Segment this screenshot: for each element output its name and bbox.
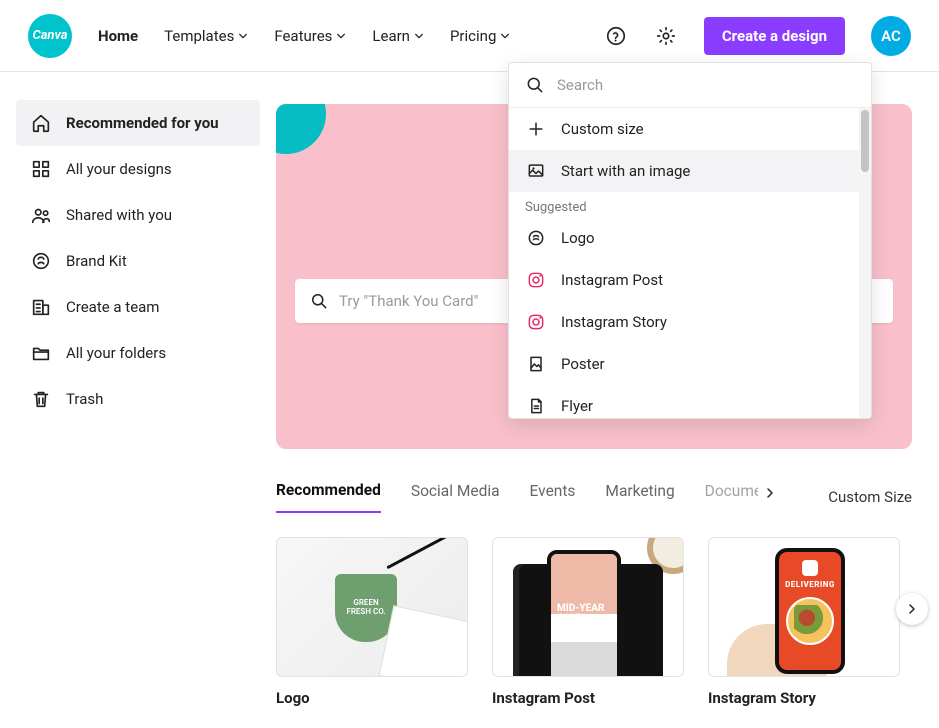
sidebar-item-label: All your folders — [66, 344, 166, 362]
dropdown-item-label: Custom size — [561, 120, 644, 138]
card-sale: MID-YEAR SALE — [557, 604, 617, 624]
home-icon — [30, 112, 52, 134]
dropdown-custom-size[interactable]: Custom size — [509, 108, 871, 150]
cards-scroll-right[interactable] — [896, 593, 928, 625]
folder-icon — [30, 342, 52, 364]
card-label: Logo — [276, 689, 468, 707]
tab-events[interactable]: Events — [530, 482, 576, 512]
flyer-icon — [525, 395, 547, 417]
chevron-down-icon — [336, 31, 346, 41]
nav-home[interactable]: Home — [98, 27, 138, 45]
brand-icon — [30, 250, 52, 272]
sidebar-item-trash[interactable]: Trash — [16, 376, 260, 422]
create-design-button[interactable]: Create a design — [704, 17, 845, 55]
sidebar-item-label: Trash — [66, 390, 103, 408]
dropdown-item-label: Logo — [561, 229, 595, 247]
dropdown-suggested-flyer[interactable]: Flyer — [509, 385, 871, 418]
settings-button[interactable] — [654, 24, 678, 48]
poster-icon — [525, 353, 547, 375]
card-logo[interactable]: GREEN FRESH CO. Logo — [276, 537, 468, 707]
chevron-right-icon — [906, 603, 918, 615]
sidebar-item-label: Recommended for you — [66, 114, 219, 132]
office-icon — [30, 296, 52, 318]
card-thumb: GREEN FRESH CO. — [276, 537, 468, 677]
tab-recommended[interactable]: Recommended — [276, 481, 381, 513]
dropdown-item-label: Flyer — [561, 397, 593, 415]
dropdown-item-label: Instagram Post — [561, 271, 663, 289]
nav-pricing-label: Pricing — [450, 27, 496, 45]
help-icon — [605, 25, 627, 47]
sidebar-item-all-designs[interactable]: All your designs — [16, 146, 260, 192]
people-icon — [30, 204, 52, 226]
search-icon — [525, 75, 545, 95]
sidebar-item-recommended[interactable]: Recommended for you — [16, 100, 260, 146]
sidebar-item-label: Shared with you — [66, 206, 172, 224]
canva-logo[interactable]: Canva — [28, 14, 72, 58]
card-thumb: DELIVERING — [708, 537, 900, 677]
dropdown-item-label: Instagram Story — [561, 313, 667, 331]
sidebar-item-shared[interactable]: Shared with you — [16, 192, 260, 238]
tab-marketing[interactable]: Marketing — [605, 482, 674, 512]
dropdown-scrollbar[interactable] — [859, 108, 871, 418]
tab-social-media[interactable]: Social Media — [411, 482, 500, 512]
create-design-dropdown: Custom size Start with an image Suggeste… — [508, 62, 872, 419]
nav-features-label: Features — [274, 27, 332, 45]
dropdown-search-input[interactable] — [557, 76, 855, 94]
nav-templates-label: Templates — [164, 27, 234, 45]
nav-learn[interactable]: Learn — [372, 27, 424, 45]
dropdown-start-image[interactable]: Start with an image — [509, 150, 871, 192]
nav-pricing[interactable]: Pricing — [450, 27, 510, 45]
dropdown-item-label: Poster — [561, 355, 605, 373]
help-button[interactable] — [604, 24, 628, 48]
dropdown-section-label: Suggested — [509, 192, 871, 217]
trash-icon — [30, 388, 52, 410]
image-icon — [525, 160, 547, 182]
dropdown-suggested-instagram-post[interactable]: Instagram Post — [509, 259, 871, 301]
category-tabs: Recommended Social Media Events Marketin… — [276, 481, 912, 513]
card-label: Instagram Story — [708, 689, 900, 707]
nav-features[interactable]: Features — [274, 27, 346, 45]
card-thumb: MID-YEAR SALE — [492, 537, 684, 677]
instagram-icon — [525, 311, 547, 333]
sidebar-item-brand-kit[interactable]: Brand Kit — [16, 238, 260, 284]
chevron-right-icon — [764, 487, 776, 499]
dropdown-suggested-poster[interactable]: Poster — [509, 343, 871, 385]
search-icon — [309, 291, 329, 311]
sidebar-item-folders[interactable]: All your folders — [16, 330, 260, 376]
tab-custom-size[interactable]: Custom Size — [828, 488, 912, 506]
card-badge: GREEN FRESH CO. — [335, 574, 397, 642]
card-label: Instagram Post — [492, 689, 684, 707]
chevron-down-icon — [238, 31, 248, 41]
dropdown-body: Custom size Start with an image Suggeste… — [509, 108, 871, 418]
tabs-scroll-right[interactable] — [758, 481, 782, 505]
sidebar-item-label: All your designs — [66, 160, 172, 178]
chevron-down-icon — [500, 31, 510, 41]
dropdown-item-label: Start with an image — [561, 162, 690, 180]
card-instagram-story[interactable]: DELIVERING Instagram Story — [708, 537, 900, 707]
hero-decoration — [276, 104, 326, 154]
sidebar-item-label: Create a team — [66, 298, 159, 316]
chevron-down-icon — [414, 31, 424, 41]
logo-type-icon — [525, 227, 547, 249]
grid-icon — [30, 158, 52, 180]
dropdown-suggested-logo[interactable]: Logo — [509, 217, 871, 259]
card-instagram-post[interactable]: MID-YEAR SALE Instagram Post — [492, 537, 684, 707]
sidebar-item-label: Brand Kit — [66, 252, 127, 270]
dropdown-search[interactable] — [509, 63, 871, 108]
nav-templates[interactable]: Templates — [164, 27, 248, 45]
sidebar: Recommended for you All your designs Sha… — [16, 100, 260, 422]
plus-icon — [525, 118, 547, 140]
sidebar-item-create-team[interactable]: Create a team — [16, 284, 260, 330]
avatar[interactable]: AC — [871, 16, 911, 56]
nav-learn-label: Learn — [372, 27, 410, 45]
instagram-icon — [525, 269, 547, 291]
card-word: DELIVERING — [783, 580, 837, 589]
gear-icon — [655, 25, 677, 47]
dropdown-suggested-instagram-story[interactable]: Instagram Story — [509, 301, 871, 343]
template-cards: GREEN FRESH CO. Logo MID-YEAR SALE Insta… — [276, 537, 912, 707]
